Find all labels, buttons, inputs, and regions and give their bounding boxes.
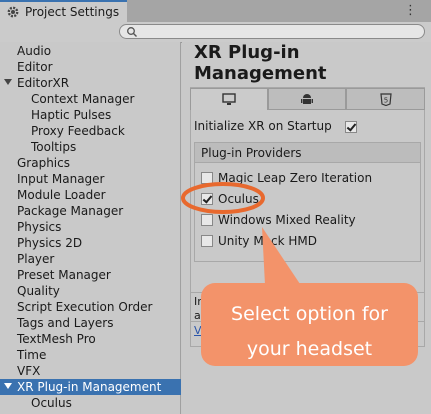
callout-pointer [262,227,300,285]
annotation-line-1: Select option for [231,303,388,325]
annotation-line-2: your headset [246,338,373,360]
annotation-callout: Select option for your headset [201,283,418,366]
highlight-ellipse [181,182,265,214]
